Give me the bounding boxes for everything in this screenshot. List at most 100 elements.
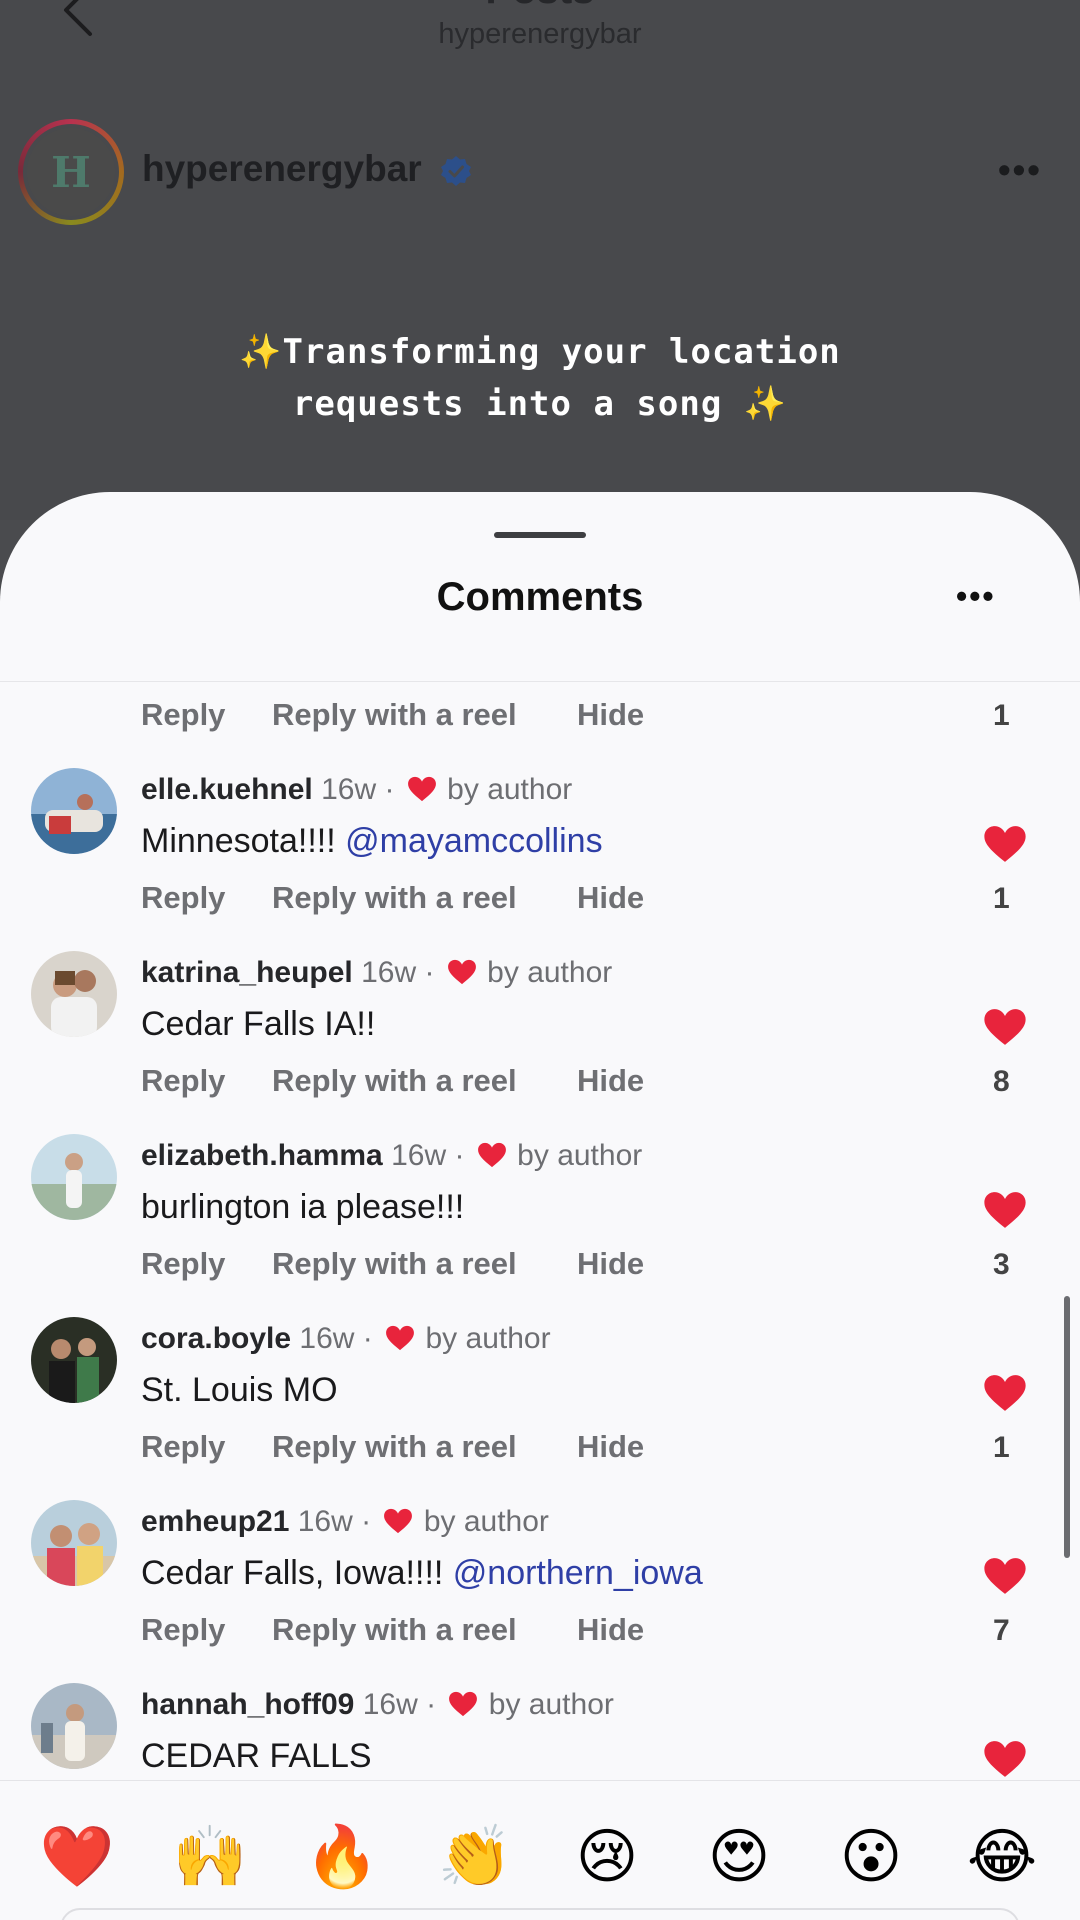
reply-with-reel-button[interactable]: Reply with a reel [272, 880, 517, 916]
like-count: 8 [993, 1065, 1010, 1098]
clapping-emoji-icon[interactable]: 👏 [435, 1817, 515, 1897]
comment-input[interactable] [60, 1908, 1020, 1920]
like-heart-icon[interactable] [983, 1190, 1027, 1230]
comment-actions: Reply Reply with a reel Hide 1 [141, 697, 1041, 737]
hide-button[interactable]: Hide [577, 1246, 644, 1282]
like-heart-icon[interactable] [983, 824, 1027, 864]
author-liked-heart-icon [447, 959, 476, 985]
by-author-label: by author [425, 1322, 551, 1355]
like-count: 1 [993, 699, 1010, 732]
reply-with-reel-button[interactable]: Reply with a reel [272, 1063, 517, 1099]
comment-text: St. Louis MO [141, 1371, 338, 1409]
reply-with-reel-button[interactable]: Reply with a reel [272, 697, 517, 733]
author-liked-heart-icon [449, 1691, 478, 1717]
surprised-emoji-icon[interactable]: 😮 [831, 1817, 911, 1897]
by-author-label: by author [488, 1688, 614, 1721]
caption-line-2: requests into a song ✨ [292, 384, 788, 424]
author-avatar[interactable]: H [18, 119, 124, 225]
comment-actions: Reply Reply with a reel Hide 8 [141, 1063, 1041, 1103]
comment-username[interactable]: hannah_hoff09 [141, 1688, 354, 1721]
comment-item: cora.boyle 16w · by author St. Louis MO … [0, 1317, 1080, 1500]
comment-time: 16w [362, 1688, 418, 1721]
comments-more-button[interactable]: ••• [956, 580, 996, 612]
hide-button[interactable]: Hide [577, 1429, 644, 1465]
scrollbar[interactable] [1064, 1296, 1070, 1558]
like-count: 3 [993, 1248, 1010, 1281]
crying-emoji-icon[interactable]: 😢 [567, 1817, 647, 1897]
like-heart-icon[interactable] [983, 1007, 1027, 1047]
post-more-button[interactable]: ••• [998, 152, 1042, 188]
brand-logo: H [51, 147, 91, 197]
comments-sheet: Comments ••• Reply Reply with a reel Hid… [0, 492, 1080, 1920]
comment-item: emheup21 16w · by author Cedar Falls, Io… [0, 1500, 1080, 1683]
hide-button[interactable]: Hide [577, 1612, 644, 1648]
reply-button[interactable]: Reply [141, 880, 225, 916]
reply-button[interactable]: Reply [141, 697, 225, 733]
comment-item: elle.kuehnel 16w · by author Minnesota!!… [0, 768, 1080, 951]
hide-button[interactable]: Hide [577, 1063, 644, 1099]
author-liked-heart-icon [477, 1142, 506, 1168]
comment-username[interactable]: elle.kuehnel [141, 773, 313, 806]
comment-header: elizabeth.hamma 16w · by author [141, 1139, 643, 1172]
divider [0, 681, 1080, 682]
fire-emoji-icon[interactable]: 🔥 [302, 1817, 382, 1897]
avatar[interactable] [31, 1134, 117, 1220]
avatar[interactable] [31, 1683, 117, 1769]
like-count: 7 [993, 1614, 1010, 1647]
comment-username[interactable]: cora.boyle [141, 1322, 291, 1355]
comment-actions: Reply Reply with a reel Hide 1 [141, 880, 1041, 920]
page-subtitle: hyperenergybar [438, 18, 642, 50]
reply-with-reel-button[interactable]: Reply with a reel [272, 1429, 517, 1465]
heart-emoji-icon[interactable]: ❤️ [37, 1817, 117, 1897]
comment-time: 16w [321, 773, 377, 806]
laughing-emoji-icon[interactable]: 😂 [962, 1817, 1042, 1897]
comment-text: burlington ia please!!! [141, 1188, 465, 1226]
comment-header: katrina_heupel 16w · by author [141, 956, 613, 989]
comment-header: hannah_hoff09 16w · by author [141, 1688, 614, 1721]
comment-text: Minnesota!!!! @mayamccollins [141, 822, 603, 860]
reply-button[interactable]: Reply [141, 1429, 225, 1465]
avatar[interactable] [31, 768, 117, 854]
mention-link[interactable]: @mayamccollins [345, 822, 602, 860]
comment-username[interactable]: emheup21 [141, 1505, 289, 1538]
comment-item: katrina_heupel 16w · by author Cedar Fal… [0, 951, 1080, 1134]
emoji-reaction-bar: ❤️ 🙌 🔥 👏 😢 😍 😮 😂 [0, 1780, 1080, 1920]
comment-actions: Reply Reply with a reel Hide 1 [141, 1429, 1041, 1469]
comment-text: Cedar Falls, Iowa!!!! @northern_iowa [141, 1554, 703, 1592]
reply-button[interactable]: Reply [141, 1246, 225, 1282]
video-caption: ✨Transforming your location requests int… [0, 326, 1080, 430]
comment-username[interactable]: elizabeth.hamma [141, 1139, 383, 1172]
avatar[interactable] [31, 951, 117, 1037]
like-heart-icon[interactable] [983, 1373, 1027, 1413]
comment-text: Cedar Falls IA!! [141, 1005, 376, 1043]
avatar[interactable] [31, 1500, 117, 1586]
hide-button[interactable]: Hide [577, 880, 644, 916]
like-heart-icon[interactable] [983, 1739, 1027, 1779]
author-username[interactable]: hyperenergybar [142, 148, 422, 190]
like-heart-icon[interactable] [983, 1556, 1027, 1596]
raised-hands-emoji-icon[interactable]: 🙌 [170, 1817, 250, 1897]
reply-button[interactable]: Reply [141, 1612, 225, 1648]
reply-with-reel-button[interactable]: Reply with a reel [272, 1612, 517, 1648]
by-author-label: by author [487, 956, 613, 989]
author-liked-heart-icon [386, 1325, 415, 1351]
drag-handle[interactable] [494, 532, 586, 538]
hide-button[interactable]: Hide [577, 697, 644, 733]
author-liked-heart-icon [384, 1508, 413, 1534]
comment-username[interactable]: katrina_heupel [141, 956, 353, 989]
comment-time: 16w [391, 1139, 447, 1172]
avatar[interactable] [31, 1317, 117, 1403]
reply-button[interactable]: Reply [141, 1063, 225, 1099]
like-count: 1 [993, 882, 1010, 915]
heart-eyes-emoji-icon[interactable]: 😍 [699, 1817, 779, 1897]
comment-item: elizabeth.hamma 16w · by author burlingt… [0, 1134, 1080, 1317]
reply-with-reel-button[interactable]: Reply with a reel [272, 1246, 517, 1282]
by-author-label: by author [447, 773, 573, 806]
comments-title: Comments [436, 575, 644, 619]
page-title: Posts [0, 0, 1080, 10]
comment-time: 16w [361, 956, 417, 989]
comment-time: 16w [297, 1505, 353, 1538]
by-author-label: by author [517, 1139, 643, 1172]
mention-link[interactable]: @northern_iowa [453, 1554, 703, 1592]
post-background: Posts hyperenergybar H hyperenergybar ••… [0, 0, 1080, 520]
